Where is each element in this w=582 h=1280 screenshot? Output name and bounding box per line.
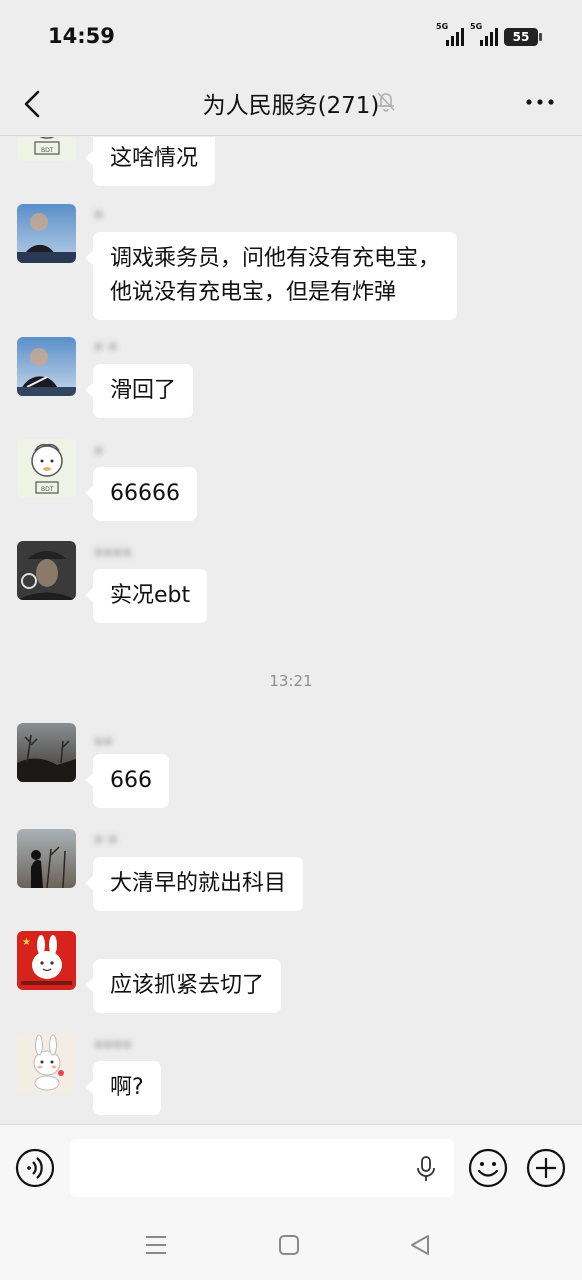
home-button[interactable] [275,1232,303,1258]
sender-name: ▪ ▪ [94,338,118,354]
sender-name: ▪▪▪▪ [94,544,132,560]
status-indicators: 5G 5G 55 [436,22,542,46]
message-line: 调戏乘务员，问他有没有充电宝， [110,246,441,271]
emoji-icon [468,1148,508,1188]
message-input[interactable] [70,1139,454,1197]
message-bubble[interactable]: 应该抓紧去切了 [84,959,282,1013]
signal-icon: 5G [470,22,498,46]
chat-title: 为人民服务(271) [202,93,380,119]
avatar[interactable] [17,829,76,888]
sender-name: ▪ [94,442,104,458]
avatar[interactable] [17,337,76,396]
bell-off-icon [377,92,395,112]
sender-name: ▪▪ [94,733,113,749]
svg-text:★: ★ [22,937,31,948]
microphone-icon[interactable] [415,1155,437,1183]
message-bubble[interactable]: 啊? [85,1061,161,1115]
sender-name: ▪▪▪▪ [94,1036,132,1052]
avatar[interactable]: BDT [17,137,76,161]
status-bar: 14:59 5G 5G 55 [0,0,582,72]
sender-name: ▪ ▪ [94,831,118,847]
plus-icon [526,1148,566,1188]
avatar[interactable]: ★ [17,931,76,990]
back-triangle-icon [411,1235,429,1255]
more-functions-button[interactable] [525,1147,567,1189]
more-icon [526,99,554,105]
message-bubble[interactable]: 66666 [85,467,197,521]
avatar[interactable] [17,541,76,600]
status-time: 14:59 [48,24,115,48]
message-bubble[interactable]: 666 [85,754,169,808]
chat-area[interactable]: BDT 这啥情况 ▪ 调戏乘务员，问他有没有充电宝， 他说没有充电宝，但是有炸弹… [0,137,582,1124]
voice-mode-button[interactable] [14,1147,56,1189]
chat-header: 为人民服务(271) [0,72,582,136]
signal-icon: 5G [436,22,464,46]
voice-icon [15,1148,55,1188]
recent-apps-button[interactable] [142,1232,170,1258]
home-icon [279,1235,299,1255]
input-bar [0,1124,582,1210]
avatar[interactable]: BDT [17,439,76,498]
message-bubble[interactable]: 大清早的就出科目 [84,857,304,911]
system-back-button[interactable] [406,1232,434,1258]
svg-text:BDT: BDT [41,486,54,493]
message-bubble[interactable]: 滑回了 [84,364,194,418]
message-bubble[interactable]: 这啥情况 [84,137,216,186]
time-separator: 13:21 [269,672,313,690]
avatar[interactable] [17,1033,76,1092]
message-bubble[interactable]: 实况ebt [84,569,208,623]
message-line: 他说没有充电宝，但是有炸弹 [110,280,397,305]
emoji-button[interactable] [467,1147,509,1189]
avatar[interactable] [17,723,76,782]
system-navigation [0,1210,582,1280]
message-bubble[interactable]: 调戏乘务员，问他有没有充电宝， 他说没有充电宝，但是有炸弹 [84,232,458,320]
battery-icon: 55 [504,28,542,46]
sender-name: ▪ [94,206,104,222]
menu-icon [146,1236,166,1254]
svg-text:BDT: BDT [41,147,54,154]
avatar[interactable] [17,204,76,263]
more-button[interactable] [524,90,556,114]
